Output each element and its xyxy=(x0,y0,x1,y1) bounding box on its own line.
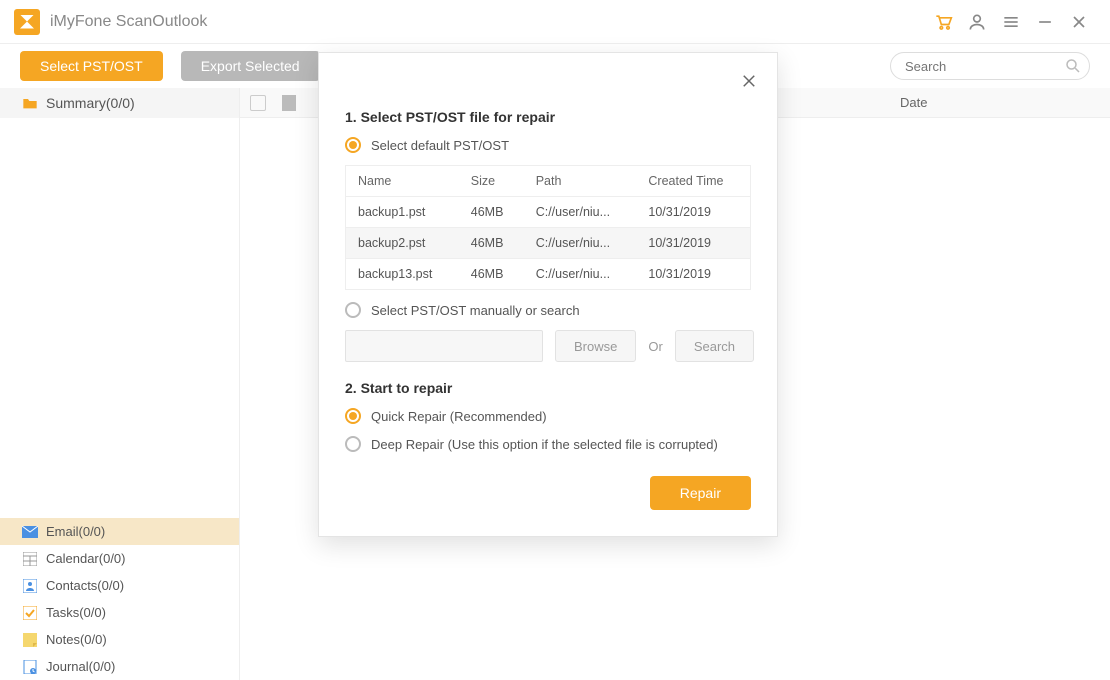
radio-label: Deep Repair (Use this option if the sele… xyxy=(371,437,718,452)
date-column-header[interactable]: Date xyxy=(900,95,1100,110)
section-2-title: 2. Start to repair xyxy=(345,380,751,396)
radio-icon xyxy=(345,137,361,153)
manual-select-row: Browse Or Search xyxy=(345,330,751,362)
attachment-col-icon xyxy=(282,95,296,111)
select-file-modal: 1. Select PST/OST file for repair Select… xyxy=(318,52,778,537)
radio-icon xyxy=(345,302,361,318)
sidebar-item-calendar[interactable]: Calendar(0/0) xyxy=(0,545,239,572)
cat-label: Email(0/0) xyxy=(46,524,105,539)
modal-close-button[interactable] xyxy=(737,69,761,93)
category-list: Email(0/0) Calendar(0/0) Contacts(0/0) T… xyxy=(0,518,239,680)
table-row[interactable]: backup2.pst 46MB C://user/niu... 10/31/2… xyxy=(346,228,751,259)
radio-label: Select PST/OST manually or search xyxy=(371,303,580,318)
radio-icon xyxy=(345,436,361,452)
folder-tree: Summary(0/0) xyxy=(0,88,239,518)
browse-button[interactable]: Browse xyxy=(555,330,636,362)
col-created: Created Time xyxy=(636,166,750,197)
close-window-icon[interactable] xyxy=(1062,5,1096,39)
journal-icon xyxy=(22,659,38,675)
search-input[interactable] xyxy=(890,52,1090,80)
col-name: Name xyxy=(346,166,459,197)
radio-select-manual[interactable]: Select PST/OST manually or search xyxy=(345,302,751,318)
search-wrap xyxy=(890,52,1090,80)
sidebar-item-email[interactable]: Email(0/0) xyxy=(0,518,239,545)
user-icon[interactable] xyxy=(960,5,994,39)
section-1-title: 1. Select PST/OST file for repair xyxy=(345,109,751,125)
sidebar: Summary(0/0) Email(0/0) Calendar(0/0) Co… xyxy=(0,88,240,680)
search-icon xyxy=(1064,57,1082,75)
cat-label: Journal(0/0) xyxy=(46,659,115,674)
cart-icon[interactable] xyxy=(926,5,960,39)
title-bar: iMyFone ScanOutlook xyxy=(0,0,1110,44)
sidebar-item-contacts[interactable]: Contacts(0/0) xyxy=(0,572,239,599)
email-icon xyxy=(22,524,38,540)
or-text: Or xyxy=(648,339,662,354)
radio-select-default[interactable]: Select default PST/OST xyxy=(345,137,751,153)
table-row[interactable]: backup1.pst 46MB C://user/niu... 10/31/2… xyxy=(346,197,751,228)
cat-label: Contacts(0/0) xyxy=(46,578,124,593)
sidebar-item-journal[interactable]: Journal(0/0) xyxy=(0,653,239,680)
col-path: Path xyxy=(524,166,637,197)
repair-button[interactable]: Repair xyxy=(650,476,751,510)
tasks-icon xyxy=(22,605,38,621)
cat-label: Notes(0/0) xyxy=(46,632,107,647)
table-row[interactable]: backup13.pst 46MB C://user/niu... 10/31/… xyxy=(346,259,751,290)
select-pst-button[interactable]: Select PST/OST xyxy=(20,51,163,81)
notes-icon xyxy=(22,632,38,648)
modal-footer: Repair xyxy=(345,476,751,510)
cat-label: Tasks(0/0) xyxy=(46,605,106,620)
search-files-button[interactable]: Search xyxy=(675,330,754,362)
cat-label: Calendar(0/0) xyxy=(46,551,126,566)
minimize-icon[interactable] xyxy=(1028,5,1062,39)
manual-path-input[interactable] xyxy=(345,330,543,362)
summary-label: Summary(0/0) xyxy=(46,95,135,111)
select-all-checkbox[interactable] xyxy=(250,95,266,111)
folder-icon xyxy=(22,96,38,110)
contacts-icon xyxy=(22,578,38,594)
radio-icon xyxy=(345,408,361,424)
default-files-table: Name Size Path Created Time backup1.pst … xyxy=(345,165,751,290)
radio-deep-repair[interactable]: Deep Repair (Use this option if the sele… xyxy=(345,436,751,452)
sidebar-item-notes[interactable]: Notes(0/0) xyxy=(0,626,239,653)
sidebar-item-tasks[interactable]: Tasks(0/0) xyxy=(0,599,239,626)
col-size: Size xyxy=(459,166,524,197)
sidebar-item-summary[interactable]: Summary(0/0) xyxy=(0,88,239,118)
app-title: iMyFone ScanOutlook xyxy=(50,13,207,31)
radio-quick-repair[interactable]: Quick Repair (Recommended) xyxy=(345,408,751,424)
export-selected-button[interactable]: Export Selected xyxy=(181,51,320,81)
radio-label: Quick Repair (Recommended) xyxy=(371,409,547,424)
radio-label: Select default PST/OST xyxy=(371,138,509,153)
calendar-icon xyxy=(22,551,38,567)
table-header-row: Name Size Path Created Time xyxy=(346,166,751,197)
menu-icon[interactable] xyxy=(994,5,1028,39)
app-logo xyxy=(14,9,40,35)
